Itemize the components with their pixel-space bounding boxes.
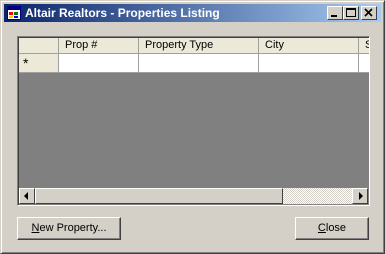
- column-header-state[interactable]: S: [359, 38, 369, 54]
- column-header-prop-number[interactable]: Prop #: [59, 38, 139, 54]
- minimize-icon: [331, 15, 337, 17]
- grid-corner-header[interactable]: [19, 38, 59, 54]
- close-label: lose: [325, 222, 347, 234]
- arrow-left-icon: [24, 192, 28, 200]
- new-row-cell-state[interactable]: [359, 54, 369, 73]
- scroll-right-button[interactable]: [352, 188, 368, 204]
- maximize-icon: [346, 8, 356, 17]
- new-property-button[interactable]: New Property...: [17, 217, 121, 240]
- close-icon: [364, 8, 373, 17]
- new-property-label: ew Property...: [39, 222, 107, 234]
- column-header-property-type[interactable]: Property Type: [139, 38, 259, 54]
- new-row-cell-property-type[interactable]: [139, 54, 259, 73]
- new-row-cell-prop-number[interactable]: [59, 54, 139, 73]
- new-row-marker[interactable]: *: [19, 54, 59, 73]
- window-title: Altair Realtors - Properties Listing: [25, 6, 220, 20]
- new-row[interactable]: *: [19, 54, 369, 73]
- new-row-cell-city[interactable]: [259, 54, 359, 73]
- maximize-button[interactable]: [343, 6, 359, 20]
- grid-header-row: Prop # Property Type City S: [19, 38, 369, 54]
- minimize-button[interactable]: [327, 6, 343, 20]
- horizontal-scrollbar[interactable]: [19, 188, 368, 204]
- properties-grid[interactable]: Prop # Property Type City S *: [17, 36, 370, 206]
- column-header-city[interactable]: City: [259, 38, 359, 54]
- scroll-left-button[interactable]: [19, 188, 35, 204]
- app-form-icon[interactable]: [7, 6, 21, 20]
- arrow-right-icon: [359, 192, 363, 200]
- title-bar[interactable]: Altair Realtors - Properties Listing: [4, 4, 381, 22]
- close-window-button[interactable]: [361, 6, 377, 20]
- close-mnemonic: C: [317, 222, 326, 234]
- close-button[interactable]: Close: [295, 217, 369, 240]
- scroll-thumb[interactable]: [35, 188, 283, 204]
- properties-listing-window: Altair Realtors - Properties Listing Pro…: [0, 0, 385, 254]
